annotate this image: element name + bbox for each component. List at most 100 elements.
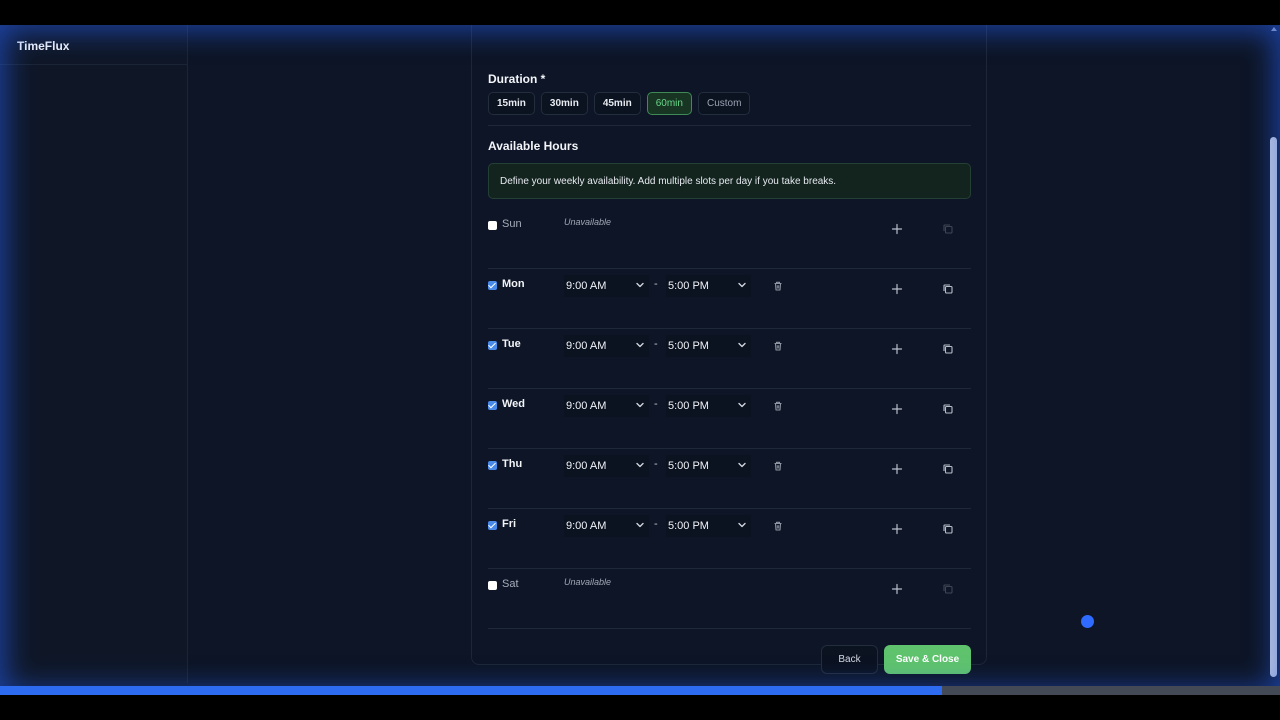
page-scrollbar[interactable]	[1268, 25, 1280, 695]
letterbox-bottom	[0, 695, 1280, 720]
copy-icon[interactable]	[941, 462, 955, 476]
end-time-select[interactable]: 5:00 PM	[666, 335, 751, 357]
end-time-select[interactable]: 5:00 PM	[666, 395, 751, 417]
day-row-mon: Mon 9:00 AM -5:00 PM	[488, 269, 971, 329]
day-label: Thu	[502, 458, 523, 470]
chevron-down-icon	[737, 400, 747, 410]
chevron-down-icon	[635, 340, 645, 350]
app-viewport: TimeFlux Duration * 15min 30min 45min 60min…	[0, 25, 1280, 695]
letterbox-top	[0, 0, 1280, 25]
start-time-select[interactable]: 9:00 AM	[564, 335, 649, 357]
day-label: Fri	[502, 518, 517, 530]
start-time-select[interactable]: 9:00 AM	[564, 395, 649, 417]
day-row-thu: Thu 9:00 AM -5:00 PM	[488, 449, 971, 509]
availability-card: Duration * 15min 30min 45min 60min Custom Av…	[471, 25, 987, 674]
start-time-value: 9:00 AM	[566, 280, 607, 292]
unavailable-text: Unavailable	[564, 577, 612, 587]
copy-icon	[941, 222, 955, 236]
video-progress-fill	[0, 686, 943, 695]
plus-icon[interactable]	[890, 462, 904, 476]
app-brand: TimeFlux	[0, 25, 187, 65]
day-row-fri: Fri 9:00 AM -5:00 PM	[488, 509, 971, 569]
duration-option-15min[interactable]: 15min	[488, 92, 535, 115]
start-time-value: 9:00 AM	[566, 340, 607, 352]
duration-options: 15min 30min 45min 60min Custom	[488, 92, 751, 115]
back-button[interactable]: Back	[821, 645, 878, 674]
end-time-select[interactable]: 5:00 PM	[666, 455, 751, 477]
day-row-wed: Wed 9:00 AM -5:00 PM	[488, 389, 971, 449]
day-checkbox-fri[interactable]	[488, 521, 497, 530]
day-label: Tue	[502, 338, 521, 350]
start-time-value: 9:00 AM	[566, 400, 607, 412]
chevron-down-icon	[635, 460, 645, 470]
end-time-value: 5:00 PM	[668, 400, 709, 412]
time-separator: -	[654, 278, 658, 290]
day-checkbox-sat[interactable]	[488, 581, 497, 590]
availability-info-text: Define your weekly availability. Add mul…	[500, 175, 837, 187]
day-label: Mon	[502, 278, 525, 290]
chevron-down-icon	[635, 400, 645, 410]
copy-icon[interactable]	[941, 282, 955, 296]
day-checkbox-wed[interactable]	[488, 401, 497, 410]
duration-option-custom[interactable]: Custom	[697, 92, 751, 115]
plus-icon[interactable]	[890, 282, 904, 296]
duration-option-60min[interactable]: 60min	[646, 92, 692, 115]
plus-icon[interactable]	[890, 222, 904, 236]
chevron-down-icon	[737, 340, 747, 350]
chevron-down-icon	[635, 280, 645, 290]
day-label: Wed	[502, 398, 526, 410]
trash-icon[interactable]	[771, 279, 785, 293]
end-time-select[interactable]: 5:00 PM	[666, 515, 751, 537]
start-time-select[interactable]: 9:00 AM	[564, 275, 649, 297]
unavailable-text: Unavailable	[564, 217, 612, 227]
end-time-value: 5:00 PM	[668, 340, 709, 352]
trash-icon[interactable]	[771, 519, 785, 533]
day-checkbox-thu[interactable]	[488, 461, 497, 470]
copy-icon[interactable]	[941, 402, 955, 416]
available-hours-label: Available Hours	[488, 139, 579, 153]
scroll-thumb[interactable]	[1270, 137, 1277, 677]
day-checkbox-mon[interactable]	[488, 281, 497, 290]
start-time-select[interactable]: 9:00 AM	[564, 455, 649, 477]
plus-icon[interactable]	[890, 342, 904, 356]
copy-icon[interactable]	[941, 342, 955, 356]
time-separator: -	[654, 518, 658, 530]
plus-icon[interactable]	[890, 582, 904, 596]
pointer-indicator	[1081, 615, 1094, 628]
video-progress-bar[interactable]	[0, 686, 1280, 695]
chevron-down-icon	[635, 520, 645, 530]
availability-info-box: Define your weekly availability. Add mul…	[488, 163, 971, 199]
divider	[488, 125, 971, 126]
duration-label: Duration *	[488, 72, 546, 86]
copy-icon[interactable]	[941, 522, 955, 536]
day-row-tue: Tue 9:00 AM -5:00 PM	[488, 329, 971, 389]
chevron-down-icon	[737, 460, 747, 470]
end-time-value: 5:00 PM	[668, 460, 709, 472]
duration-option-45min[interactable]: 45min	[593, 92, 641, 115]
day-checkbox-sun[interactable]	[488, 221, 497, 230]
day-row-sun: Sun Unavailable	[488, 209, 971, 269]
save-close-button[interactable]: Save & Close	[884, 645, 971, 674]
scroll-up-arrow[interactable]	[1271, 27, 1277, 31]
trash-icon[interactable]	[771, 459, 785, 473]
duration-option-30min[interactable]: 30min	[540, 92, 588, 115]
day-row-sat: Sat Unavailable	[488, 569, 971, 629]
start-time-select[interactable]: 9:00 AM	[564, 515, 649, 537]
start-time-value: 9:00 AM	[566, 460, 607, 472]
time-separator: -	[654, 338, 658, 350]
start-time-value: 9:00 AM	[566, 520, 607, 532]
chevron-down-icon	[737, 520, 747, 530]
end-time-select[interactable]: 5:00 PM	[666, 275, 751, 297]
plus-icon[interactable]	[890, 402, 904, 416]
trash-icon[interactable]	[771, 399, 785, 413]
day-label: Sun	[502, 218, 522, 230]
chevron-down-icon	[737, 280, 747, 290]
time-separator: -	[654, 458, 658, 470]
plus-icon[interactable]	[890, 522, 904, 536]
end-time-value: 5:00 PM	[668, 520, 709, 532]
day-label: Sat	[502, 578, 519, 590]
trash-icon[interactable]	[771, 339, 785, 353]
end-time-value: 5:00 PM	[668, 280, 709, 292]
copy-icon	[941, 582, 955, 596]
day-checkbox-tue[interactable]	[488, 341, 497, 350]
